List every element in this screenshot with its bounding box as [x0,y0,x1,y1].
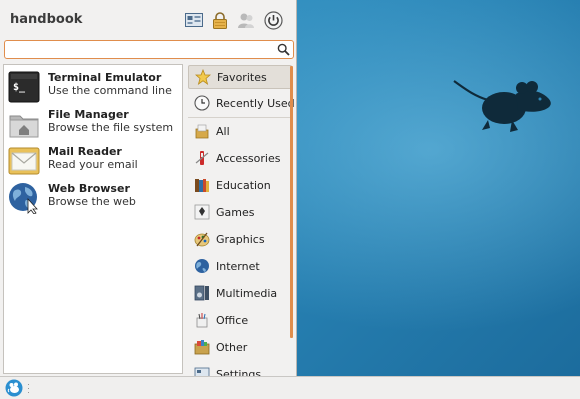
xfce-mouse-icon[interactable] [5,379,23,397]
app-title: Terminal Emulator [48,71,162,84]
app-description: Read your email [48,158,138,171]
switch-user-icon [238,13,254,28]
list-item-web-browser[interactable]: Web Browser Browse the web [8,180,180,214]
mail-icon [8,147,40,175]
menu-header: handbook [0,0,296,40]
category-settings[interactable]: Settings [188,362,292,376]
category-accessories[interactable]: Accessories [188,146,292,170]
list-item-terminal-emulator[interactable]: $_ Terminal Emulator Use the command lin… [8,69,180,103]
whisker-menu: handbook $_ Terminal Emulator Use the co… [0,0,297,376]
settings-manager-button[interactable] [184,10,204,30]
folder-icon [9,115,39,138]
category-multimedia[interactable]: Multimedia [188,281,292,305]
category-separator [188,117,292,118]
lock-screen-button[interactable] [210,10,230,30]
log-out-button[interactable] [263,10,283,30]
app-description: Use the command line [48,84,172,97]
category-label: Recently Used [216,96,294,110]
lock-screen-icon [213,11,227,29]
category-scrollbar[interactable] [290,66,293,338]
games-icon [194,204,210,220]
xfce-mouse-wallpaper [453,80,551,132]
category-label: Internet [216,259,260,273]
category-list: Favorites Recently Used All Accessories [186,64,294,376]
education-icon [194,177,210,193]
settings-icon [194,366,210,376]
search-box [4,40,294,59]
panel-separator [28,384,29,393]
category-games[interactable]: Games [188,200,292,224]
app-title: Mail Reader [48,145,122,158]
search-icon[interactable] [277,43,290,56]
category-label: Graphics [216,232,265,246]
accessories-icon [194,150,210,166]
category-recently-used[interactable]: Recently Used [188,91,294,115]
category-education[interactable]: Education [188,173,292,197]
category-other[interactable]: Other [188,335,292,359]
office-icon [194,312,210,328]
list-item-file-manager[interactable]: File Manager Browse the file system [8,106,180,140]
clock-icon [194,95,210,111]
globe-icon [9,183,38,214]
graphics-icon [194,231,210,247]
category-favorites[interactable]: Favorites [188,65,292,89]
list-item-mail-reader[interactable]: Mail Reader Read your email [8,143,180,177]
category-label: Settings [216,367,262,377]
all-apps-icon [194,123,210,139]
category-label: Office [216,313,249,327]
username-label: handbook [10,12,83,27]
log-out-icon [263,10,283,30]
category-label: Favorites [217,70,267,84]
internet-icon [194,258,210,274]
category-label: Multimedia [216,286,278,300]
app-description: Browse the file system [48,121,174,134]
star-icon [195,69,211,85]
category-all[interactable]: All [188,119,292,143]
category-label: All [216,124,230,138]
favorites-list: $_ Terminal Emulator Use the command lin… [3,64,183,374]
switch-user-button[interactable] [236,10,256,30]
settings-manager-icon [185,13,203,27]
category-label: Accessories [216,151,281,165]
multimedia-icon [194,285,210,301]
svg-text:$_: $_ [13,82,26,93]
other-icon [194,339,210,355]
app-description: Browse the web [48,195,136,208]
category-internet[interactable]: Internet [188,254,292,278]
terminal-icon: $_ [8,71,40,103]
category-label: Games [216,205,255,219]
bottom-panel [0,376,580,399]
app-title: Web Browser [48,182,130,195]
category-graphics[interactable]: Graphics [188,227,292,251]
app-title: File Manager [48,108,129,121]
category-office[interactable]: Office [188,308,292,332]
category-label: Education [216,178,271,192]
category-label: Other [216,340,248,354]
search-input[interactable] [9,42,277,57]
